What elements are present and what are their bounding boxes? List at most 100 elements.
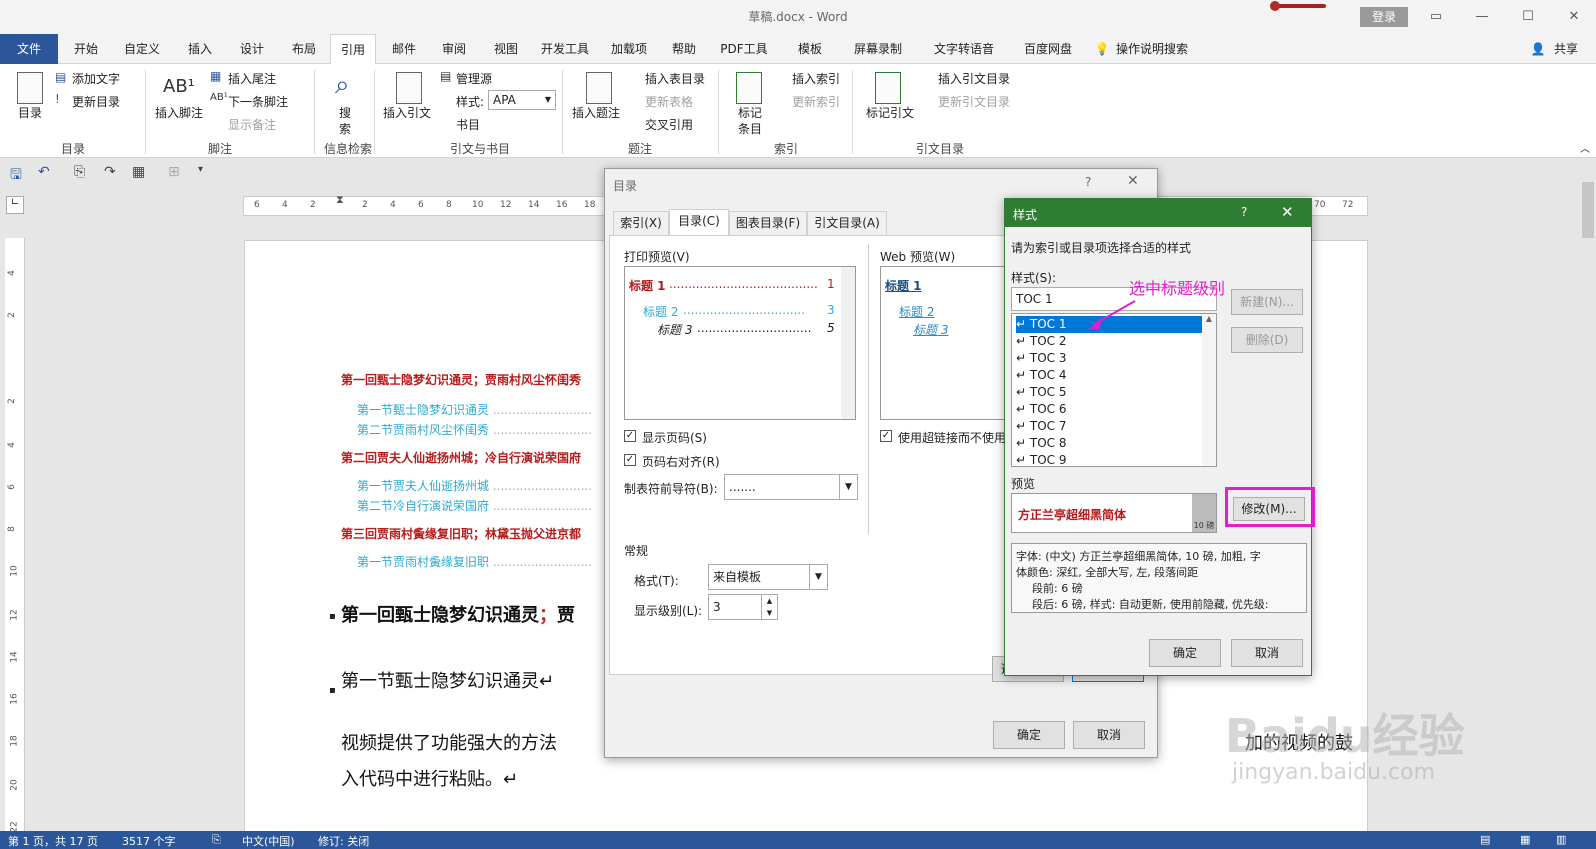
- research-search-button[interactable]: 搜: [339, 104, 351, 121]
- style-list-item[interactable]: ↵ TOC 7: [1016, 418, 1202, 435]
- share-button[interactable]: 共享: [1548, 34, 1584, 64]
- new-style-button[interactable]: 新建(N)...: [1231, 289, 1303, 315]
- tab-baidu-pan[interactable]: 百度网盘: [1016, 34, 1080, 64]
- spinner-arrows-icon[interactable]: ▲ ▼: [761, 595, 777, 619]
- toc-entry-level2[interactable]: 第二节贾雨村风尘怀闺秀 ..........................: [357, 421, 592, 438]
- toc-entry-level2[interactable]: 第一节贾夫人仙逝扬州城 ..........................: [357, 477, 592, 494]
- close-icon[interactable]: ✕: [1564, 7, 1584, 27]
- customize-qat-icon[interactable]: ▾: [198, 164, 203, 175]
- style-list[interactable]: ↵ TOC 1 ↵ TOC 2 ↵ TOC 3 ↵ TOC 4 ↵ TOC 5 …: [1011, 313, 1217, 467]
- next-footnote-button[interactable]: 下一条脚注: [228, 93, 288, 110]
- insert-endnote-button[interactable]: 插入尾注: [228, 70, 276, 87]
- update-toc-button[interactable]: 更新目录: [72, 93, 120, 110]
- tab-tts[interactable]: 文字转语音: [926, 34, 1002, 64]
- scrollbar-thumb[interactable]: [1582, 182, 1594, 238]
- tab-table-of-figures[interactable]: 图表目录(F): [729, 211, 807, 235]
- heading-1[interactable]: 第一回甄士隐梦幻识通灵；贾: [341, 601, 575, 627]
- ribbon-display-icon[interactable]: ▭: [1426, 7, 1446, 27]
- layout-icon[interactable]: ▦: [132, 164, 145, 180]
- update-toa-button[interactable]: 更新引文目录: [938, 93, 1010, 110]
- login-button[interactable]: 登录: [1360, 7, 1408, 27]
- insert-toa-button[interactable]: 插入引文目录: [938, 70, 1010, 87]
- tab-references[interactable]: 引用: [330, 34, 376, 65]
- tab-design[interactable]: 设计: [228, 34, 276, 64]
- insert-table-of-figures-button[interactable]: 插入表目录: [645, 70, 705, 87]
- style-list-scrollbar[interactable]: ▲: [1202, 314, 1216, 466]
- proofing-icon[interactable]: ⎘: [212, 833, 221, 847]
- tab-addins[interactable]: 加载项: [604, 34, 654, 64]
- tab-toc[interactable]: 目录(C): [669, 209, 729, 235]
- close-icon[interactable]: ✕: [1281, 203, 1294, 221]
- heading-2[interactable]: 第一节甄士隐梦幻识通灵↵: [341, 667, 554, 693]
- close-icon[interactable]: ✕: [1127, 173, 1139, 189]
- format-select[interactable]: 来自模板 ▼: [708, 564, 828, 590]
- tab-leader-select[interactable]: ....... ▼: [724, 474, 858, 500]
- update-index-button[interactable]: 更新索引: [792, 93, 840, 110]
- insert-index-button[interactable]: 插入索引: [792, 70, 840, 87]
- style-cancel-button[interactable]: 取消: [1231, 639, 1303, 667]
- format-painter-icon[interactable]: ⎘: [74, 164, 85, 180]
- toc-entry-level2[interactable]: 第一节甄士隐梦幻识通灵 ..........................: [357, 401, 592, 418]
- save-icon[interactable]: 🖫: [10, 164, 22, 188]
- show-notes-button[interactable]: 显示备注: [228, 116, 276, 133]
- page-count[interactable]: 第 1 页，共 17 页: [8, 833, 98, 849]
- toc-ok-button[interactable]: 确定: [993, 721, 1065, 749]
- help-icon[interactable]: ?: [1085, 175, 1091, 189]
- style-ok-button[interactable]: 确定: [1149, 639, 1221, 667]
- toc-entry-level2[interactable]: 第一节贾雨村夤缘复旧职 ..........................: [357, 553, 592, 570]
- body-paragraph-2[interactable]: 入代码中进行粘贴。↵: [341, 765, 518, 791]
- style-list-item[interactable]: ↵ TOC 9: [1016, 452, 1202, 469]
- tab-file[interactable]: 文件: [0, 34, 58, 64]
- tab-table-of-authorities[interactable]: 引文目录(A): [807, 211, 887, 235]
- citation-style-select[interactable]: APA ▼: [488, 90, 556, 110]
- tab-help[interactable]: 帮助: [664, 34, 704, 64]
- indent-marker-icon[interactable]: ⧗: [336, 193, 344, 207]
- tell-me-search[interactable]: 操作说明搜索: [1116, 34, 1196, 64]
- collapse-ribbon-icon[interactable]: ︿: [1580, 140, 1590, 155]
- bibliography-button[interactable]: 书目: [456, 116, 480, 133]
- insert-caption-button[interactable]: 插入题注: [572, 104, 620, 121]
- style-list-item[interactable]: ↵ TOC 4: [1016, 367, 1202, 384]
- toc-entry-level1[interactable]: 第二回贾夫人仙逝扬州城；冷自行演说荣国府: [341, 449, 581, 466]
- preview-scrollbar[interactable]: [841, 267, 855, 419]
- toc-button[interactable]: 目录: [18, 104, 42, 121]
- word-count[interactable]: 3517 个字: [122, 833, 176, 849]
- tab-custom[interactable]: 自定义: [116, 34, 168, 64]
- vertical-ruler[interactable]: 4 2 2 4 6 8 10 12 14 16 18 20 22: [5, 238, 25, 849]
- use-hyperlinks-checkbox[interactable]: ✓: [880, 430, 892, 442]
- tab-index[interactable]: 索引(X): [613, 211, 669, 235]
- style-list-item[interactable]: ↵ TOC 5: [1016, 384, 1202, 401]
- tab-pdf[interactable]: PDF工具: [714, 34, 774, 64]
- tab-template[interactable]: 模板: [790, 34, 830, 64]
- right-align-checkbox[interactable]: ✓: [624, 454, 636, 466]
- web-layout-icon[interactable]: ▥: [1556, 833, 1566, 846]
- web-preview-heading3[interactable]: 标题 3: [913, 321, 948, 338]
- new-icon[interactable]: ⊞: [168, 164, 180, 180]
- style-list-item[interactable]: ↵ TOC 2: [1016, 333, 1202, 350]
- mark-entry-button[interactable]: 标记: [738, 104, 762, 121]
- language[interactable]: 中文(中国): [242, 833, 295, 849]
- toc-entry-level1[interactable]: 第一回甄士隐梦幻识通灵；贾雨村风尘怀闺秀: [341, 371, 581, 388]
- print-layout-icon[interactable]: ▦: [1520, 833, 1530, 846]
- toc-cancel-button[interactable]: 取消: [1073, 721, 1145, 749]
- cross-reference-button[interactable]: 交叉引用: [645, 116, 693, 133]
- tab-selector[interactable]: ∟: [6, 196, 24, 214]
- vertical-scrollbar[interactable]: [1580, 180, 1596, 831]
- add-text-button[interactable]: 添加文字: [72, 70, 120, 87]
- manage-sources-button[interactable]: 管理源: [456, 70, 492, 87]
- tab-view[interactable]: 视图: [482, 34, 530, 64]
- maximize-icon[interactable]: ☐: [1518, 7, 1538, 27]
- tab-developer[interactable]: 开发工具: [534, 34, 596, 64]
- tab-review[interactable]: 审阅: [430, 34, 478, 64]
- tab-home[interactable]: 开始: [62, 34, 110, 64]
- toc-entry-level2[interactable]: 第二节冷自行演说荣国府 ..........................: [357, 497, 592, 514]
- insert-citation-button[interactable]: 插入引文: [383, 104, 431, 121]
- tab-screen-record[interactable]: 屏幕录制: [846, 34, 910, 64]
- web-preview-heading1[interactable]: 标题 1: [885, 277, 922, 294]
- tab-insert[interactable]: 插入: [176, 34, 224, 64]
- tab-layout[interactable]: 布局: [280, 34, 328, 64]
- read-mode-icon[interactable]: ▤: [1480, 833, 1490, 846]
- update-table-button[interactable]: 更新表格: [645, 93, 693, 110]
- track-changes[interactable]: 修订: 关闭: [318, 833, 369, 849]
- tab-mailings[interactable]: 邮件: [380, 34, 428, 64]
